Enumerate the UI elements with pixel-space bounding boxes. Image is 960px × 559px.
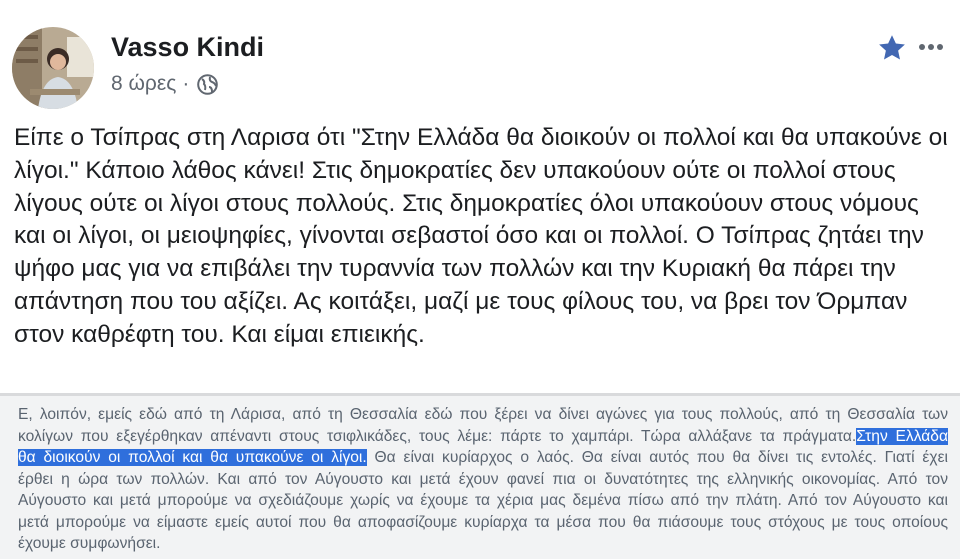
highlighted-quote: Στην Ελλάδα: [856, 427, 948, 445]
meta-separator: ·: [182, 72, 190, 95]
clip-line: έχουμε συμφωνήσει.: [18, 535, 161, 552]
clip-line-segment: Θα είναι κυρίαρχος ο λαός. Θα είναι αυτό…: [366, 449, 948, 466]
clip-line: Ε, λοιπόν, εμείς εδώ από τη Λάρισα, από …: [18, 406, 948, 423]
timestamp[interactable]: 8 ώρες: [111, 71, 176, 97]
clip-line: έρθει η ώρα των πολλών. Και από τον Αύγο…: [18, 470, 948, 488]
quoted-speech-text: Ε, λοιπόν, εμείς εδώ από τη Λάρισα, από …: [18, 404, 948, 555]
clip-line: μετά μπορούμε να είμαστε εμείς αυτοί που…: [18, 513, 948, 531]
clip-line: θα διοικούν οι πολλοί και θα υπακούνε οι…: [18, 447, 948, 469]
more-options-icon[interactable]: [918, 40, 944, 52]
post-meta: 8 ώρες ·: [111, 71, 219, 97]
shared-screenshot[interactable]: Ε, λοιπόν, εμείς εδώ από τη Λάρισα, από …: [0, 396, 960, 559]
author-name[interactable]: Vasso Kindi: [111, 31, 264, 63]
facebook-post: Vasso Kindi 8 ώρες · Είπε ο Τσίπρας στη …: [0, 0, 960, 393]
highlighted-quote: θα διοικούν οι πολλοί και θα υπακούνε οι…: [18, 449, 367, 466]
clip-line: κολίγων που εξεγέρθηκαν απέναντι στους τ…: [18, 426, 948, 448]
star-icon[interactable]: [877, 33, 907, 63]
clip-line-segment: κολίγων που εξεγέρθηκαν απέναντι στους τ…: [18, 427, 857, 445]
clip-line: Αύγουστο και μετά μπορούμε να σχεδιάζουμ…: [18, 492, 948, 509]
avatar[interactable]: [12, 27, 94, 109]
post-text: Είπε ο Τσίπρας στη Λαρισα ότι "Στην Ελλά…: [14, 124, 948, 348]
globe-icon[interactable]: [197, 73, 219, 95]
